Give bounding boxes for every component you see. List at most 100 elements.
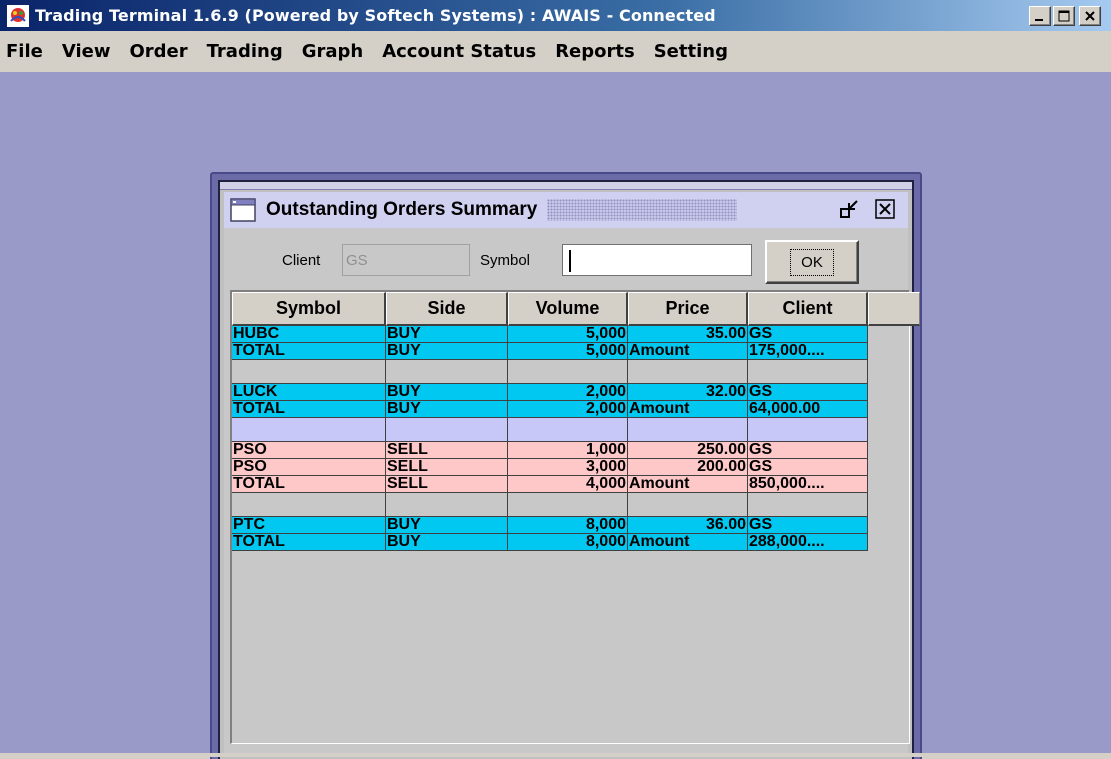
table-cell: GS	[748, 442, 868, 459]
table-cell: TOTAL	[232, 343, 386, 360]
table-header: Symbol Side Volume Price Client	[232, 292, 920, 326]
table-cell	[748, 493, 868, 517]
frame-body: Client Symbol OK Symbol Side Volume Pric…	[224, 228, 920, 754]
desktop-area: Outstanding Orders Summary Client GS Sym…	[0, 72, 1111, 759]
table-row[interactable]: HUBC BUY 5,000 35.00 GS	[232, 326, 868, 343]
close-icon	[1085, 11, 1095, 21]
separator-row[interactable]	[232, 418, 868, 442]
table-cell: Amount	[628, 401, 748, 418]
window-title-bar: Trading Terminal 1.6.9 (Powered by Softe…	[0, 0, 1111, 31]
window-icon	[230, 198, 256, 222]
table-cell	[628, 360, 748, 384]
menu-view[interactable]: View	[62, 41, 111, 62]
menu-setting[interactable]: Setting	[654, 41, 728, 62]
table-cell: 200.00	[628, 459, 748, 476]
close-icon	[875, 199, 895, 219]
table-cell: SELL	[386, 476, 508, 493]
separator-row[interactable]	[232, 493, 868, 517]
table-cell: 2,000	[508, 401, 628, 418]
table-cell: BUY	[386, 534, 508, 551]
table-cell	[748, 360, 868, 384]
client-field[interactable]	[342, 244, 470, 276]
table-cell: SELL	[386, 459, 508, 476]
table-cell: 288,000....	[748, 534, 868, 551]
table-cell: 2,000	[508, 384, 628, 401]
table-cell: 3,000	[508, 459, 628, 476]
table-cell	[386, 418, 508, 442]
frame-title: Outstanding Orders Summary	[266, 199, 538, 220]
table-cell: Amount	[628, 534, 748, 551]
frame-close-button[interactable]	[874, 198, 896, 220]
table-cell: LUCK	[232, 384, 386, 401]
status-strip	[0, 753, 1111, 757]
table-cell: BUY	[386, 384, 508, 401]
table-cell: 8,000	[508, 517, 628, 534]
table-row[interactable]: TOTAL BUY 2,000 Amount 64,000.00	[232, 401, 868, 418]
table-cell: 36.00	[628, 517, 748, 534]
table-cell: 64,000.00	[748, 401, 868, 418]
column-header-side[interactable]: Side	[386, 292, 508, 326]
table-cell: 175,000....	[748, 343, 868, 360]
table-cell: 250.00	[628, 442, 748, 459]
iconify-button[interactable]	[838, 198, 860, 220]
table-cell: PTC	[232, 517, 386, 534]
table-cell: 5,000	[508, 343, 628, 360]
filter-row: Client Symbol OK	[224, 240, 908, 284]
window-controls	[1029, 6, 1101, 26]
table-row[interactable]: TOTAL SELL 4,000 Amount 850,000....	[232, 476, 868, 493]
table-row[interactable]: TOTAL BUY 8,000 Amount 288,000....	[232, 534, 868, 551]
column-header-price[interactable]: Price	[628, 292, 748, 326]
close-button[interactable]	[1079, 6, 1101, 26]
column-header-symbol[interactable]: Symbol	[232, 292, 386, 326]
text-caret	[569, 250, 571, 272]
table-cell: 850,000....	[748, 476, 868, 493]
table-body: HUBC BUY 5,000 35.00 GS TOTAL BUY 5,000 Amount 17…	[232, 326, 868, 551]
table-cell: GS	[748, 326, 868, 343]
table-row[interactable]: TOTAL BUY 5,000 Amount 175,000....	[232, 343, 868, 360]
menu-order[interactable]: Order	[129, 41, 187, 62]
menu-file[interactable]: File	[6, 41, 43, 62]
table-cell	[508, 493, 628, 517]
table-row[interactable]: LUCK BUY 2,000 32.00 GS	[232, 384, 868, 401]
orders-table: Symbol Side Volume Price Client HUBC BUY 5…	[230, 290, 920, 744]
symbol-input[interactable]	[562, 244, 752, 276]
window-title: Trading Terminal 1.6.9 (Powered by Softe…	[35, 6, 716, 25]
frame-border: Outstanding Orders Summary Client GS Sym…	[218, 180, 920, 759]
column-header-volume[interactable]: Volume	[508, 292, 628, 326]
table-cell: TOTAL	[232, 534, 386, 551]
table-cell: BUY	[386, 326, 508, 343]
table-cell: HUBC	[232, 326, 386, 343]
table-cell: Amount	[628, 476, 748, 493]
table-cell: GS	[748, 384, 868, 401]
menu-graph[interactable]: Graph	[302, 41, 364, 62]
header-filler	[868, 292, 920, 326]
table-cell	[386, 493, 508, 517]
separator-row[interactable]	[232, 360, 868, 384]
ok-button[interactable]: OK	[765, 240, 859, 284]
table-row[interactable]: PSO SELL 1,000 250.00 GS	[232, 442, 868, 459]
table-cell	[232, 360, 386, 384]
table-cell: PSO	[232, 442, 386, 459]
column-header-client[interactable]: Client	[748, 292, 868, 326]
menu-reports[interactable]: Reports	[555, 41, 635, 62]
table-cell: 1,000	[508, 442, 628, 459]
table-cell	[748, 418, 868, 442]
minimize-button[interactable]	[1029, 6, 1051, 26]
menu-trading[interactable]: Trading	[207, 41, 283, 62]
table-cell: BUY	[386, 517, 508, 534]
menu-account-status[interactable]: Account Status	[382, 41, 536, 62]
frame-title-bar[interactable]: Outstanding Orders Summary	[224, 192, 908, 228]
table-cell	[232, 493, 386, 517]
table-cell	[508, 418, 628, 442]
client-label: Client	[282, 252, 321, 269]
outstanding-orders-window: Outstanding Orders Summary Client GS Sym…	[210, 172, 922, 759]
maximize-button[interactable]	[1053, 6, 1075, 26]
table-cell: 32.00	[628, 384, 748, 401]
table-row[interactable]: PTC BUY 8,000 36.00 GS	[232, 517, 868, 534]
table-cell: TOTAL	[232, 401, 386, 418]
table-cell: GS	[748, 459, 868, 476]
table-cell: SELL	[386, 442, 508, 459]
table-cell	[628, 493, 748, 517]
table-row[interactable]: PSO SELL 3,000 200.00 GS	[232, 459, 868, 476]
table-cell	[386, 360, 508, 384]
